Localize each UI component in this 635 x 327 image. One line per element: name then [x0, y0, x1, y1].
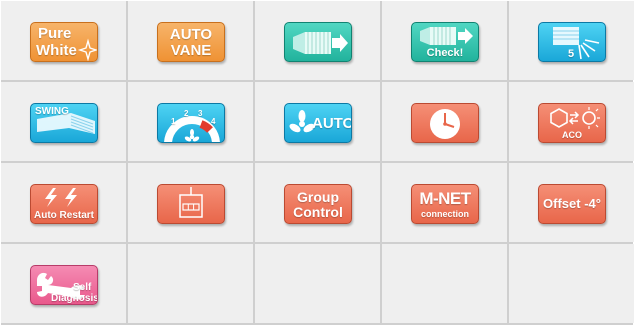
cell-mnet: M-NET connection	[382, 163, 507, 242]
speed-1: 1	[171, 117, 176, 126]
pure-white-button[interactable]: Pure White	[30, 22, 98, 62]
vane-setting-button[interactable]: 5	[538, 22, 606, 62]
empty-cell	[382, 244, 507, 323]
cell-fan-speed: 1 2 3 4	[128, 82, 253, 161]
self-diagnosis-button[interactable]: Self Diagnosis	[30, 265, 98, 305]
cell-check-filter: Check!	[382, 1, 507, 80]
offset-button[interactable]: Offset -4°	[538, 184, 606, 224]
cell-pure-white: Pure White	[1, 1, 126, 80]
empty-cell	[128, 244, 253, 323]
auto-vane-button[interactable]: AUTO VANE	[157, 22, 225, 62]
auto-change-over-button[interactable]: ACO	[538, 103, 606, 143]
remote-controller-button[interactable]	[157, 184, 225, 224]
speed-2: 2	[184, 109, 189, 118]
fan-speed-button[interactable]: 1 2 3 4	[157, 103, 225, 143]
empty-cell	[509, 244, 634, 323]
vane-number: 5	[568, 48, 575, 60]
group-control-button[interactable]: Group Control	[284, 184, 352, 224]
cell-remote	[128, 163, 253, 242]
cell-self-diagnosis: Self Diagnosis	[1, 244, 126, 323]
timer-button[interactable]	[411, 103, 479, 143]
sparkle-icon	[77, 38, 97, 61]
auto-vane-line2: VANE	[170, 42, 212, 59]
mnet-line1: M-NET	[419, 189, 471, 208]
fan-auto-button[interactable]: AUTO	[284, 103, 352, 143]
remote-controller-icon	[179, 187, 203, 218]
cell-aco: ACO	[509, 82, 634, 161]
auto-restart-label: Auto Restart	[33, 210, 94, 221]
group-control-line1: Group	[297, 189, 339, 205]
cell-group-control: Group Control	[255, 163, 380, 242]
mnet-line2: connection	[420, 209, 469, 219]
cell-timer	[382, 82, 507, 161]
self-diagnosis-line2: Diagnosis	[51, 293, 98, 304]
swing-label: SWING	[35, 106, 69, 117]
speed-3: 3	[198, 109, 203, 118]
airflow-arrow-icon	[293, 32, 348, 54]
fan-auto-label: AUTO	[312, 115, 352, 132]
swing-button[interactable]: SWING	[30, 103, 98, 143]
self-diagnosis-line1: Self	[73, 282, 92, 293]
cell-auto-vane: AUTO VANE	[128, 1, 253, 80]
cell-vane-setting: 5	[509, 1, 634, 80]
cell-auto-restart: Auto Restart	[1, 163, 126, 242]
auto-restart-button[interactable]: Auto Restart	[30, 184, 98, 224]
check-filter-button[interactable]: Check!	[411, 22, 479, 62]
icon-grid: Pure White AUTO VANE Check! 5 SWING 1 2 …	[1, 1, 634, 325]
cell-fan-auto: AUTO	[255, 82, 380, 161]
airflow-button[interactable]	[284, 22, 352, 62]
mnet-button[interactable]: M-NET connection	[411, 184, 479, 224]
check-label: Check!	[426, 47, 464, 59]
speed-4: 4	[211, 117, 216, 126]
aco-label: ACO	[562, 130, 582, 140]
group-control-line2: Control	[293, 204, 343, 220]
clock-icon	[430, 109, 460, 139]
cell-offset: Offset -4°	[509, 163, 634, 242]
empty-cell	[255, 244, 380, 323]
cell-swing: SWING	[1, 82, 126, 161]
offset-label: Offset -4°	[543, 196, 601, 211]
cell-airflow	[255, 1, 380, 80]
auto-vane-line1: AUTO	[169, 26, 213, 43]
